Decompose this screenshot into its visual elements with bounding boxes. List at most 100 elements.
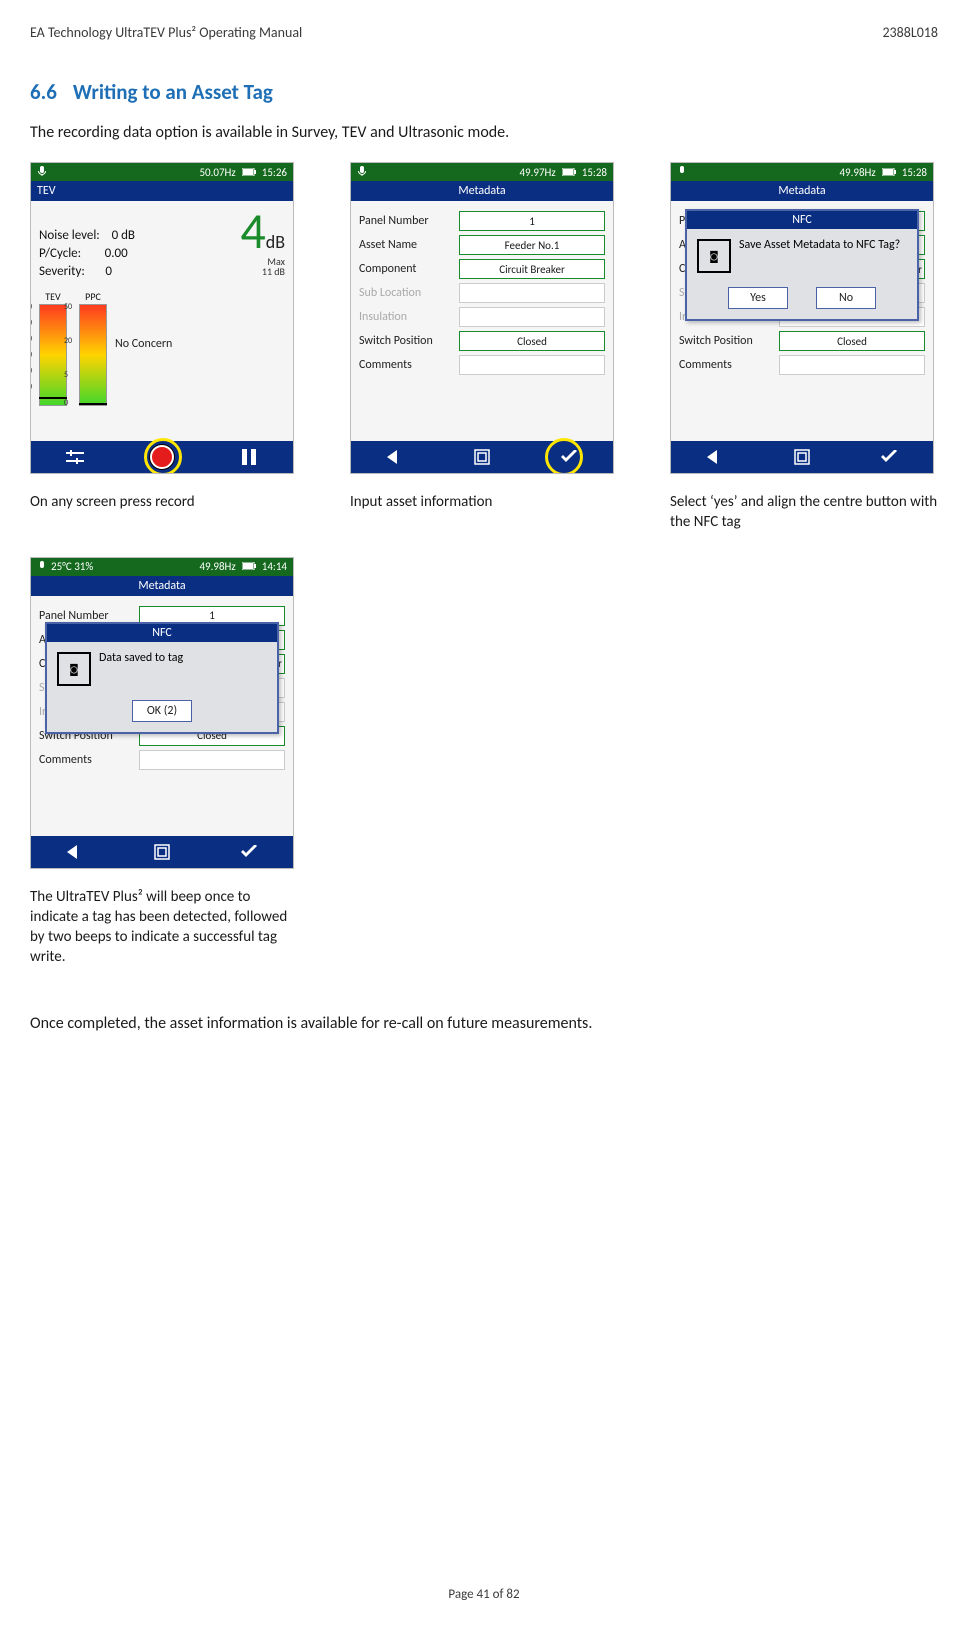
nfc-save-dialog: NFC ◙ Save Asset Metadata to NFC Tag? Ye… <box>685 209 919 321</box>
clock-readout: 14:14 <box>262 561 287 572</box>
insulation-label: Insulation <box>359 311 459 323</box>
screenshot-metadata-saveprompt: 49.98Hz 15:28 Metadata Panel Number1 As … <box>670 162 934 474</box>
section-heading: 6.6Writing to an Asset Tag <box>30 79 938 105</box>
nfc-tag-icon: ◙ <box>57 652 91 686</box>
ppc-tick: 0 <box>64 399 68 407</box>
bar-tev-label: TEV <box>45 292 60 302</box>
record-button[interactable] <box>118 445 205 469</box>
switch-position-field[interactable]: Closed <box>459 331 605 351</box>
comments-label: Comments <box>679 359 779 371</box>
nfc-center-button[interactable] <box>758 449 845 465</box>
intro-text: The recording data option is available i… <box>30 123 938 142</box>
frequency-readout: 50.07Hz <box>199 167 235 178</box>
pause-button[interactable] <box>206 449 293 465</box>
bar-tev: 60 50 40 30 20 10 0 <box>39 304 67 406</box>
screen-title-bar: Metadata <box>671 181 933 201</box>
status-bar: 25°C 31% 49.98Hz 14:14 <box>31 558 293 576</box>
back-button[interactable] <box>31 845 118 859</box>
sub-location-label: Sub Location <box>359 287 459 299</box>
screenshot-metadata-saved: 25°C 31% 49.98Hz 14:14 Metadata Panel Nu… <box>30 557 294 869</box>
noise-value: 0 dB <box>112 228 135 243</box>
nfc-ok-button[interactable]: OK (2) <box>132 700 192 722</box>
mic-icon <box>37 561 47 573</box>
tev-tick: 20 <box>30 367 32 375</box>
clock-readout: 15:28 <box>582 167 607 178</box>
frequency-readout: 49.98Hz <box>199 561 235 572</box>
temperature-readout: 25°C 31% <box>51 561 93 572</box>
nfc-yes-button[interactable]: Yes <box>728 287 788 309</box>
back-button[interactable] <box>351 450 438 464</box>
caption-1: On any screen press record <box>30 492 300 512</box>
section-title-text: Writing to an Asset Tag <box>73 79 273 105</box>
ppc-tick: 50 <box>64 303 72 311</box>
panel-number-field[interactable]: 1 <box>459 211 605 231</box>
asset-name-field[interactable]: Feeder No.1 <box>459 235 605 255</box>
panel-number-label: Panel Number <box>39 610 139 622</box>
component-field[interactable]: Circuit Breaker <box>459 259 605 279</box>
tev-tick: 10 <box>30 383 32 391</box>
pause-icon <box>242 449 256 465</box>
nfc-no-button[interactable]: No <box>816 287 876 309</box>
record-icon <box>150 445 174 469</box>
screenshot-metadata-input: 49.97Hz 15:28 Metadata Panel Number1 Ass… <box>350 162 614 474</box>
ppc-tick: 20 <box>64 337 72 345</box>
screen-title-bar: Metadata <box>351 181 613 201</box>
mic-icon <box>677 166 687 178</box>
doc-number: 2388L018 <box>882 24 938 41</box>
caption-3: Select ‘yes’ and align the centre button… <box>670 492 940 533</box>
nfc-saved-dialog: NFC ◙ Data saved to tag OK (2) <box>45 622 279 734</box>
screen-title-bar: Metadata <box>31 576 293 596</box>
comments-field[interactable] <box>139 750 285 770</box>
comments-label: Comments <box>359 359 459 371</box>
page-header: EA Technology UltraTEV Plus² Operating M… <box>30 24 938 41</box>
severity-label: Severity: <box>39 264 85 279</box>
panel-number-label: Panel Number <box>359 215 459 227</box>
battery-icon <box>242 561 256 572</box>
page-footer: Page 41 of 82 <box>0 1587 968 1602</box>
severity-value: 0 <box>105 264 112 279</box>
screen-title-bar: TEV <box>31 181 293 201</box>
switch-position-field[interactable]: Closed <box>779 331 925 351</box>
max-value: 11 dB <box>240 267 285 277</box>
tev-tick: 60 <box>30 303 32 311</box>
clock-readout: 15:26 <box>262 167 287 178</box>
tev-unit: dB <box>266 231 285 253</box>
insulation-field[interactable] <box>459 307 605 327</box>
back-button[interactable] <box>671 450 758 464</box>
status-bar: 49.98Hz 15:28 <box>671 163 933 181</box>
screen-title: Metadata <box>458 185 505 197</box>
screen-title: Metadata <box>138 580 185 592</box>
nfc-dialog-title: NFC <box>687 211 917 229</box>
concern-status: No Concern <box>115 338 172 350</box>
nfc-dialog-message: Data saved to tag <box>99 652 183 664</box>
caption-2: Input asset information <box>350 492 620 512</box>
tev-tick: 40 <box>30 335 32 343</box>
battery-icon <box>242 167 256 178</box>
bar-ppc-label: PPC <box>85 292 101 302</box>
ppc-bar-marker <box>79 403 107 405</box>
caption-4: The UltraTEV Plus² will beep once to ind… <box>30 887 300 968</box>
tev-bar-marker <box>39 397 67 399</box>
clock-readout: 15:28 <box>902 167 927 178</box>
comments-field[interactable] <box>459 355 605 375</box>
conclusion-text: Once completed, the asset information is… <box>30 1014 938 1033</box>
screen-title: Metadata <box>778 185 825 197</box>
confirm-button[interactable] <box>846 450 933 464</box>
pcycle-value: 0.00 <box>105 246 128 261</box>
pcycle-label: P/Cycle: <box>39 246 81 261</box>
asset-name-label: Asset Name <box>359 239 459 251</box>
confirm-button[interactable] <box>526 450 613 464</box>
battery-icon <box>562 167 576 178</box>
comments-field[interactable] <box>779 355 925 375</box>
nfc-tag-icon: ◙ <box>697 239 731 273</box>
nfc-center-button[interactable] <box>118 844 205 860</box>
settings-button[interactable] <box>31 449 118 465</box>
manual-title: EA Technology UltraTEV Plus² Operating M… <box>30 24 302 41</box>
screenshot-tev: 50.07Hz 15:26 TEV Noise level: 0 <box>30 162 294 474</box>
nfc-center-button[interactable] <box>438 449 525 465</box>
confirm-button[interactable] <box>206 845 293 859</box>
sub-location-field[interactable] <box>459 283 605 303</box>
status-bar: 49.97Hz 15:28 <box>351 163 613 181</box>
nfc-dialog-message: Save Asset Metadata to NFC Tag? <box>739 239 900 251</box>
frequency-readout: 49.98Hz <box>839 167 875 178</box>
